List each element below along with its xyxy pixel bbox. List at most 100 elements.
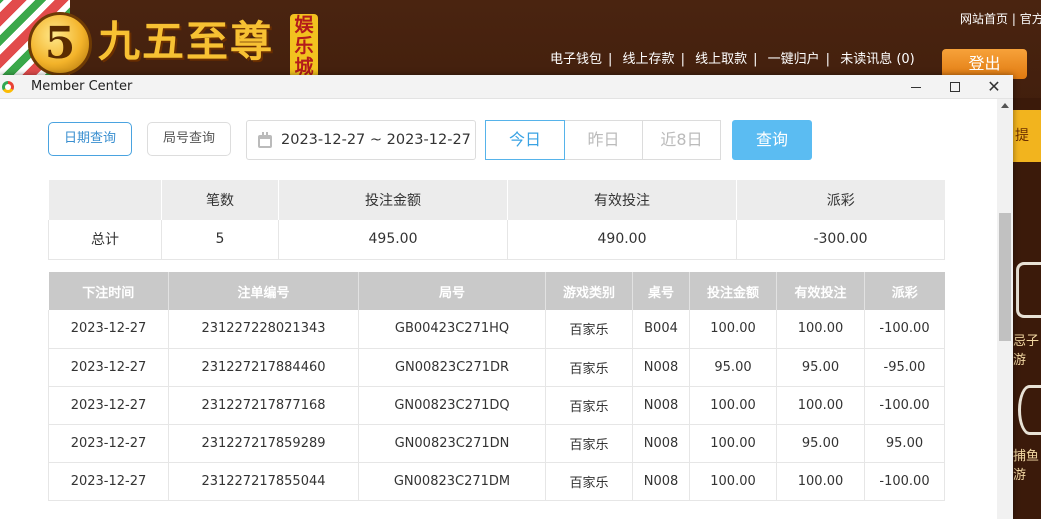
- range-yesterday-button[interactable]: 昨日: [564, 120, 643, 160]
- bet-amount-cell: 100.00: [689, 386, 777, 425]
- table-no-cell: B004: [632, 310, 690, 349]
- summary-header-cell: [48, 180, 162, 220]
- window-content: 日期查询 局号查询 2023-12-27 ~ 2023-12-27 今日 昨日 …: [0, 99, 1013, 519]
- detail-header-row: 下注时间 注单编号 局号 游戏类别 桌号 投注金额 有效投注 派彩: [48, 272, 945, 310]
- table-row: 2023-12-27 231227228021343 GB00423C271HQ…: [48, 310, 945, 349]
- valid-bet-cell: 100.00: [776, 386, 865, 425]
- tab-date-query[interactable]: 日期查询: [48, 122, 132, 156]
- table-no-cell: N008: [632, 348, 690, 387]
- tab-round-query[interactable]: 局号查询: [147, 122, 231, 156]
- payout-cell: -100.00: [864, 310, 945, 349]
- summary-header-cell: 派彩: [736, 180, 945, 220]
- bet-id-cell: 231227228021343: [168, 310, 359, 349]
- minimize-button[interactable]: [896, 75, 936, 99]
- valid-bet-cell: 95.00: [776, 348, 865, 387]
- vertical-scrollbar[interactable]: [997, 99, 1013, 519]
- summary-table: 笔数 投注金额 有效投注 派彩 总计 5 495.00 490.00 -300.…: [48, 180, 945, 260]
- round-id-cell: GN00823C271DM: [358, 462, 546, 501]
- side-game-label[interactable]: 忌子游: [1013, 330, 1041, 368]
- game-type-cell: 百家乐: [545, 386, 633, 425]
- range-today-button[interactable]: 今日: [485, 120, 565, 160]
- payout-cell: -100.00: [864, 386, 945, 425]
- maximize-button[interactable]: [935, 75, 975, 99]
- calendar-icon: [258, 132, 272, 148]
- bet-id-cell: 231227217859289: [168, 424, 359, 463]
- browser-app-icon: [2, 81, 14, 93]
- detail-header-cell: 局号: [358, 272, 546, 310]
- table-row: 2023-12-27 231227217884460 GN00823C271DR…: [48, 348, 945, 387]
- bet-amount-cell: 95.00: [689, 348, 777, 387]
- window-titlebar[interactable]: Member Center ✕: [0, 75, 1013, 99]
- detail-header-cell: 下注时间: [48, 272, 169, 310]
- nav-consolidate[interactable]: 一键归户: [768, 52, 820, 67]
- summary-cell: 总计: [48, 220, 162, 260]
- side-fishing-label[interactable]: 捕鱼游: [1013, 445, 1041, 483]
- bet-amount-cell: 100.00: [689, 424, 777, 463]
- scrollbar-thumb[interactable]: [999, 213, 1011, 341]
- valid-bet-cell: 95.00: [776, 424, 865, 463]
- site-nav: 电子钱包 | 线上存款 | 线上取款 | 一键归户 | 未读讯息 (0): [550, 52, 915, 67]
- game-type-cell: 百家乐: [545, 462, 633, 501]
- bet-time-cell: 2023-12-27: [48, 310, 169, 349]
- site-logo-badge: 5: [28, 12, 92, 76]
- detail-header-cell: 投注金额: [689, 272, 777, 310]
- summary-total-row: 总计 5 495.00 490.00 -300.00: [48, 220, 945, 260]
- nav-deposit[interactable]: 线上存款: [623, 52, 675, 67]
- date-range-input[interactable]: 2023-12-27 ~ 2023-12-27: [246, 120, 476, 160]
- bet-detail-table: 下注时间 注单编号 局号 游戏类别 桌号 投注金额 有效投注 派彩 2023-1…: [48, 272, 945, 501]
- maximize-icon: [950, 82, 960, 92]
- fishing-game-icon[interactable]: [1018, 385, 1041, 435]
- bet-id-cell: 231227217884460: [168, 348, 359, 387]
- summary-header-cell: 笔数: [161, 180, 279, 220]
- table-row: 2023-12-27 231227217859289 GN00823C271DN…: [48, 424, 945, 463]
- bet-time-cell: 2023-12-27: [48, 348, 169, 387]
- round-id-cell: GN00823C271DR: [358, 348, 546, 387]
- nav-wallet[interactable]: 电子钱包: [550, 52, 602, 67]
- window-title: Member Center: [31, 79, 133, 94]
- query-button[interactable]: 查询: [732, 120, 812, 160]
- game-category-icon[interactable]: [1016, 262, 1041, 318]
- nav-unread-messages[interactable]: 未读讯息 (0): [840, 52, 915, 67]
- summary-payout-cell: -300.00: [736, 220, 945, 260]
- official-link[interactable]: 官方: [1020, 12, 1041, 26]
- bet-time-cell: 2023-12-27: [48, 424, 169, 463]
- minimize-icon: [911, 86, 921, 88]
- site-logo-text: 九五至尊: [98, 17, 275, 66]
- close-button[interactable]: ✕: [974, 75, 1014, 99]
- payout-cell: -95.00: [864, 348, 945, 387]
- bet-time-cell: 2023-12-27: [48, 386, 169, 425]
- quick-range-group: 今日 昨日 近8日: [485, 120, 721, 160]
- table-row: 2023-12-27 231227217855044 GN00823C271DM…: [48, 462, 945, 501]
- scroll-up-arrow-icon[interactable]: [1001, 103, 1009, 108]
- detail-header-cell: 游戏类别: [545, 272, 633, 310]
- bet-amount-cell: 100.00: [689, 462, 777, 501]
- site-logo-subtitle: 娱乐城: [290, 14, 318, 78]
- valid-bet-cell: 100.00: [776, 310, 865, 349]
- table-no-cell: N008: [632, 386, 690, 425]
- detail-header-cell: 派彩: [864, 272, 945, 310]
- bet-id-cell: 231227217855044: [168, 462, 359, 501]
- bet-amount-cell: 100.00: [689, 310, 777, 349]
- payout-cell: -100.00: [864, 462, 945, 501]
- detail-header-cell: 注单编号: [168, 272, 359, 310]
- game-type-cell: 百家乐: [545, 310, 633, 349]
- summary-header-row: 笔数 投注金额 有效投注 派彩: [48, 180, 945, 220]
- round-id-cell: GN00823C271DQ: [358, 386, 546, 425]
- summary-cell: 490.00: [507, 220, 737, 260]
- site-right-gold-tab[interactable]: 提: [1013, 110, 1041, 162]
- summary-cell: 5: [161, 220, 279, 260]
- detail-header-cell: 桌号: [632, 272, 690, 310]
- detail-table-body: 2023-12-27 231227228021343 GB00423C271HQ…: [48, 310, 945, 501]
- round-id-cell: GB00423C271HQ: [358, 310, 546, 349]
- range-last8days-button[interactable]: 近8日: [642, 120, 721, 160]
- table-row: 2023-12-27 231227217877168 GN00823C271DQ…: [48, 386, 945, 425]
- nav-withdraw[interactable]: 线上取款: [695, 52, 747, 67]
- home-link[interactable]: 网站首页: [960, 12, 1008, 26]
- date-range-value: 2023-12-27 ~ 2023-12-27: [281, 132, 471, 148]
- bet-id-cell: 231227217877168: [168, 386, 359, 425]
- round-id-cell: GN00823C271DN: [358, 424, 546, 463]
- bet-time-cell: 2023-12-27: [48, 462, 169, 501]
- table-no-cell: N008: [632, 462, 690, 501]
- site-top-links: 网站首页 | 官方: [960, 10, 1041, 27]
- valid-bet-cell: 100.00: [776, 462, 865, 501]
